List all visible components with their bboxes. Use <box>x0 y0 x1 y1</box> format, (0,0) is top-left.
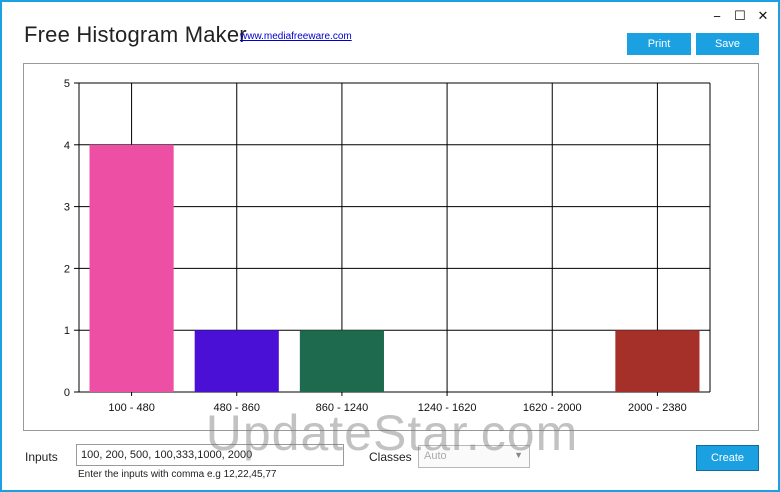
minimize-icon[interactable]: − <box>708 8 726 24</box>
y-tick-label: 1 <box>64 325 70 337</box>
app-window: Free Histogram Maker www.mediafreeware.c… <box>2 2 778 490</box>
y-tick-label: 2 <box>64 263 70 275</box>
classes-value: Auto <box>424 450 447 462</box>
y-tick-label: 0 <box>64 387 70 399</box>
inputs-hint: Enter the inputs with comma e.g 12,22,45… <box>78 469 277 480</box>
histogram-bar <box>299 330 384 392</box>
classes-dropdown[interactable]: Auto ▼ <box>418 445 530 468</box>
y-tick-label: 4 <box>64 140 70 152</box>
close-icon[interactable]: ✕ <box>754 8 772 24</box>
x-tick-label: 100 - 480 <box>108 402 154 414</box>
inputs-label: Inputs <box>25 450 58 464</box>
website-link[interactable]: www.mediafreeware.com <box>240 31 352 42</box>
histogram-chart: 0 1 2 3 4 5 100 - 480 480 - 860 860 - 1240 1240 -… <box>23 63 759 431</box>
create-button[interactable]: Create <box>696 445 759 471</box>
chevron-down-icon: ▼ <box>514 450 523 460</box>
x-tick-label: 860 - 1240 <box>316 402 369 414</box>
x-tick-label: 1240 - 1620 <box>418 402 477 414</box>
maximize-icon[interactable]: ☐ <box>731 8 749 24</box>
x-tick-label: 2000 - 2380 <box>628 402 687 414</box>
inputs-field[interactable] <box>76 444 344 466</box>
print-button[interactable]: Print <box>627 33 691 55</box>
y-tick-label: 5 <box>64 78 70 90</box>
histogram-bar <box>89 144 174 392</box>
x-tick-label: 480 - 860 <box>214 402 260 414</box>
histogram-bar <box>194 330 279 392</box>
histogram-bar <box>615 330 700 392</box>
classes-label: Classes <box>369 450 412 464</box>
app-title: Free Histogram Maker <box>24 22 247 47</box>
chart-canvas: 0 1 2 3 4 5 100 - 480 480 - 860 860 - 1240 1240 -… <box>64 78 711 414</box>
y-tick-label: 3 <box>64 202 70 214</box>
save-button[interactable]: Save <box>696 33 759 55</box>
x-tick-label: 1620 - 2000 <box>523 402 582 414</box>
